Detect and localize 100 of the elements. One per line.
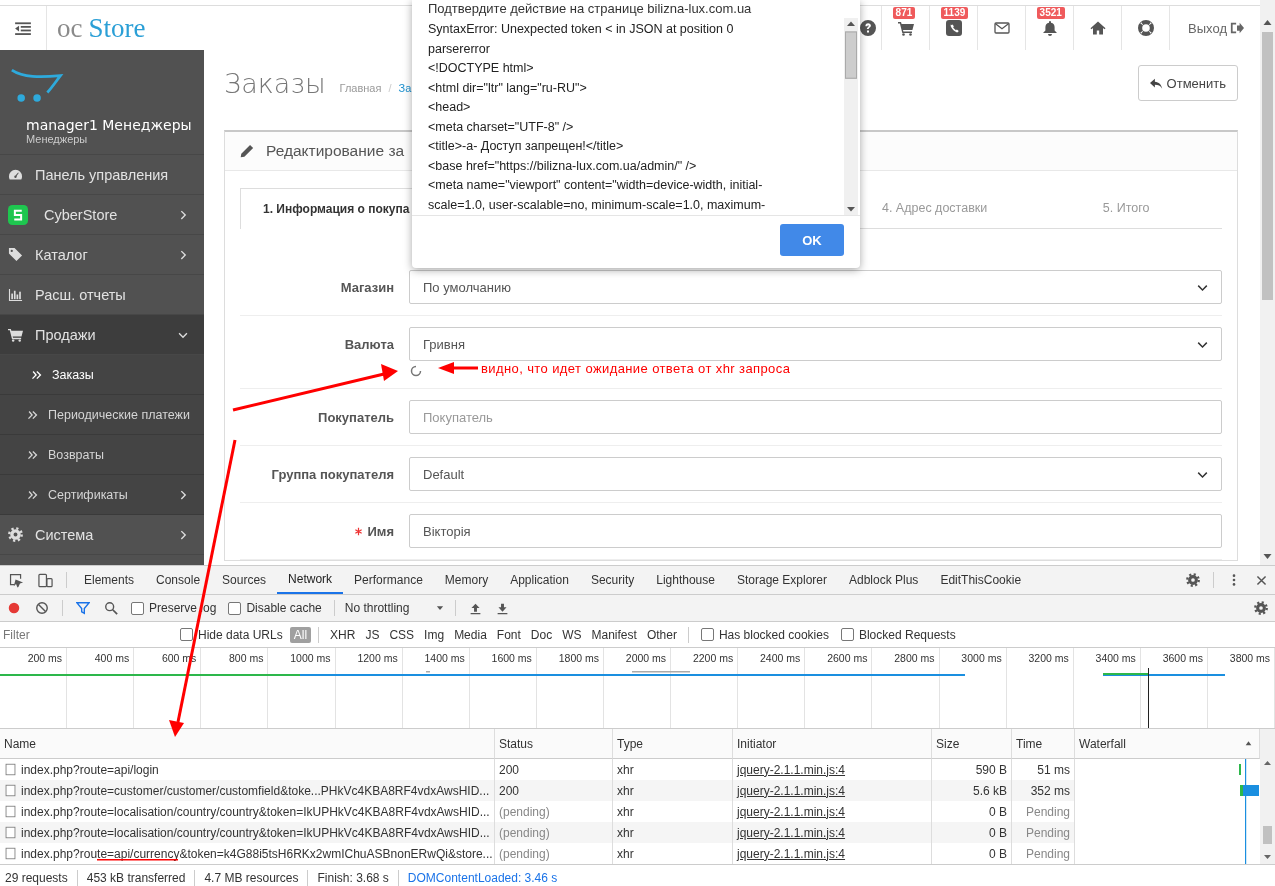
type-filter[interactable]: WS: [558, 626, 586, 643]
column-title: Initiator: [737, 736, 777, 751]
logo-prefix: oc: [57, 12, 83, 44]
sidebar-item[interactable]: Каталог: [0, 235, 204, 275]
cancel-button[interactable]: Отменить: [1137, 65, 1238, 101]
panel-tab[interactable]: Lighthouse: [645, 566, 726, 594]
type-filter[interactable]: JS: [361, 626, 384, 643]
tick-label: 1000 ms: [290, 652, 331, 664]
column-title: Name: [4, 736, 36, 751]
breadcrumb-link[interactable]: За: [398, 82, 412, 94]
type-filter[interactable]: Doc: [526, 626, 557, 643]
panel-tab[interactable]: Network: [277, 566, 344, 594]
submenu-item[interactable]: Сертификаты: [0, 475, 204, 515]
message-line: <head>: [428, 99, 472, 116]
type-filter[interactable]: XHR: [326, 626, 360, 643]
status-text: 4.7 MB resources: [203, 871, 300, 885]
table-cell: (pending): [495, 843, 613, 864]
column-header[interactable]: Status: [495, 729, 613, 759]
panel-tab[interactable]: Security: [579, 566, 646, 594]
sidebar-item[interactable]: Панель управления: [0, 155, 204, 195]
table-cell: 0 B: [932, 822, 1012, 843]
checkbox-label: Blocked Requests: [858, 627, 956, 642]
message-line: <meta charset="UTF-8" />: [428, 118, 575, 136]
tick-label: 3600 ms: [1162, 652, 1203, 664]
panel-tab[interactable]: Sources: [211, 566, 278, 594]
type-filter[interactable]: Media: [450, 626, 491, 643]
input-field[interactable]: Покупатель: [409, 400, 1222, 434]
type-filter[interactable]: Img: [420, 626, 449, 643]
request-name[interactable]: index.php?route=api/currency&token=k4G88i5tsH6RKx2wmIChuASBnonERwQi&store...: [21, 846, 493, 861]
tick-label: 2800 ms: [894, 652, 935, 664]
dialog-title: Подтвердите действие на странице bilizna-lux.com.ua: [427, 0, 753, 17]
tick-label: 3400 ms: [1095, 652, 1136, 664]
throttle-dropdown[interactable]: No throttling: [340, 601, 450, 615]
tick-label: 200 ms: [27, 652, 63, 664]
column-title: Time: [1016, 736, 1043, 751]
tick-label: 1600 ms: [491, 652, 532, 664]
column-title: Size: [936, 736, 960, 751]
message-line: <html dir="ltr" lang="ru-RU">: [428, 79, 588, 97]
select-field[interactable]: Гривня: [409, 327, 1222, 361]
sidebar-item[interactable]: Продажи: [0, 315, 204, 355]
input-field[interactable]: Вiкторiя: [409, 514, 1222, 548]
column-header[interactable]: Name: [0, 729, 495, 759]
panel-tab[interactable]: EditThisCookie: [929, 566, 1033, 594]
panel-tab[interactable]: Performance: [343, 566, 434, 594]
user-group: Менеджеры: [26, 133, 204, 145]
select-field[interactable]: Default: [409, 457, 1222, 491]
table-cell: xhr: [613, 780, 733, 801]
panel-tab[interactable]: Memory: [433, 566, 500, 594]
page-title: Заказы: [224, 67, 326, 99]
count-badge: 3521: [1036, 7, 1065, 19]
submenu-item[interactable]: Периодические платежи: [0, 395, 204, 435]
type-filter[interactable]: Manifest: [587, 626, 641, 643]
request-name[interactable]: index.php?route=api/login: [21, 762, 159, 777]
panel-title: Редактирование за: [266, 142, 405, 160]
table-cell: 200: [495, 780, 613, 801]
message-line: parsererror: [428, 40, 491, 58]
ok-button[interactable]: OK: [780, 224, 844, 256]
tick-label: 2000 ms: [625, 652, 667, 664]
checkbox-label: Has blocked cookies: [718, 627, 829, 642]
status-text: 453 kB transferred: [85, 871, 187, 885]
tick-label: 400 ms: [94, 652, 130, 664]
user-name: manager1 Менеджеры: [26, 117, 193, 133]
status-link[interactable]: DOMContentLoaded: 3.46 s: [404, 871, 561, 885]
request-name[interactable]: index.php?route=localisation/country/country&token=IkUPHkVc4KBA8RF4vdxAwsHID...: [21, 804, 490, 819]
message-line: <base href="https://bilizna-lux.com.ua/admin/" />: [428, 157, 698, 175]
column-header[interactable]: Type: [613, 729, 733, 759]
column-header[interactable]: Size: [932, 729, 1012, 759]
message-line: <title>-а- Доступ запрещен!</title>: [428, 138, 625, 155]
column-header[interactable]: Time: [1012, 729, 1075, 759]
annotation-text: видно, что идет ожидание ответа от xhr запроса: [481, 361, 791, 376]
panel-tab[interactable]: Adblock Plus: [838, 566, 930, 594]
type-filter[interactable]: Font: [492, 626, 525, 643]
sidebar-item[interactable]: CyberStore: [0, 195, 204, 235]
tick-label: 2200 ms: [692, 652, 734, 664]
tick-label: 3200 ms: [1028, 652, 1069, 664]
column-header[interactable]: Waterfall: [1075, 729, 1260, 759]
initiator-link[interactable]: jquery-2.1.1.min.js:4: [737, 804, 846, 819]
table-cell: (pending): [495, 822, 613, 843]
field-label: Магазин: [340, 279, 394, 295]
initiator-link[interactable]: jquery-2.1.1.min.js:4: [737, 762, 846, 777]
table-cell: 5.6 kB: [932, 780, 1012, 801]
panel-tab[interactable]: Console: [145, 566, 212, 594]
table-cell: 0 B: [932, 843, 1012, 864]
count-badge: 871: [892, 7, 916, 19]
message-line: SyntaxError: Unexpected token < in JSON at position 0: [428, 21, 735, 38]
submenu-item[interactable]: Заказы: [0, 355, 204, 395]
column-header[interactable]: Initiator: [733, 729, 932, 759]
status-text: 29 requests: [4, 871, 69, 885]
count-badge: 1139: [940, 7, 969, 19]
table-cell: Pending: [1012, 822, 1075, 843]
type-filter[interactable]: CSS: [385, 626, 419, 643]
panel-tab[interactable]: Elements: [73, 566, 146, 594]
sidebar-item[interactable]: Система: [0, 515, 204, 555]
select-field[interactable]: По умолчанию: [409, 270, 1222, 304]
type-filter[interactable]: Other: [642, 626, 681, 643]
submenu-item[interactable]: Возвраты: [0, 435, 204, 475]
column-title: Status: [499, 736, 534, 751]
initiator-link[interactable]: jquery-2.1.1.min.js:4: [737, 846, 846, 861]
panel-tab[interactable]: Application: [499, 566, 580, 594]
panel-tab[interactable]: Storage Explorer: [725, 566, 838, 594]
